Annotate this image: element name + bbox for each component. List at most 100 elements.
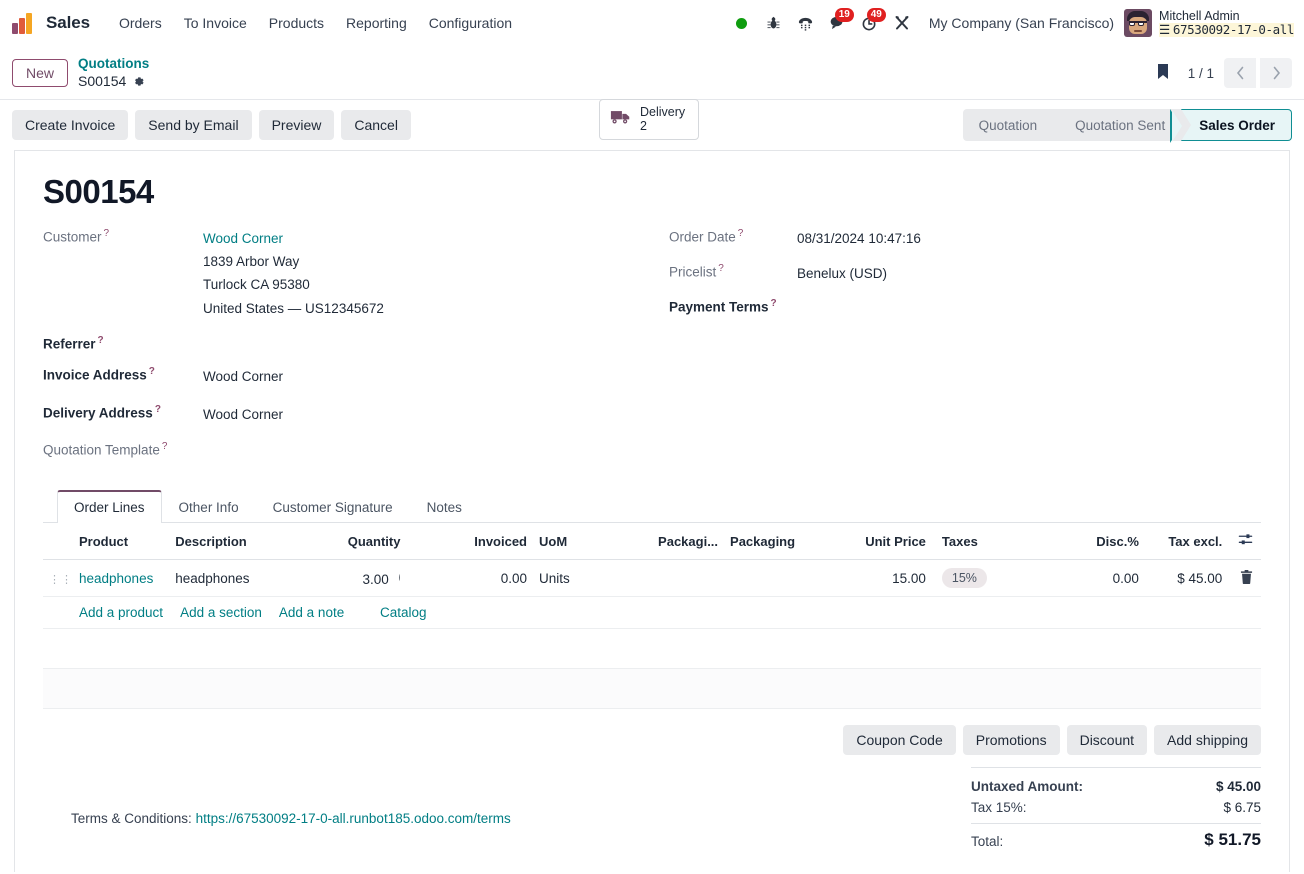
stage-sales-order[interactable]: Sales Order — [1170, 109, 1292, 143]
column-discount[interactable]: Disc.% — [1057, 523, 1145, 561]
column-description[interactable]: Description — [169, 523, 295, 561]
database-value: 67530092-17-0-all — [1172, 22, 1295, 37]
cell-uom[interactable]: Units — [533, 559, 625, 598]
breadcrumb-item-quotations[interactable]: Quotations — [78, 56, 149, 73]
tab-other-info[interactable]: Other Info — [162, 490, 256, 523]
cell-unit-price[interactable]: 15.00 — [839, 559, 932, 598]
cell-product[interactable]: headphones — [73, 559, 170, 598]
presence-online-icon[interactable] — [727, 8, 757, 38]
discount-button[interactable]: Discount — [1066, 725, 1148, 756]
add-a-note-link[interactable]: Add a note — [279, 605, 344, 620]
cancel-button[interactable]: Cancel — [341, 110, 411, 140]
menu-item-products[interactable]: Products — [258, 11, 335, 35]
field-order-date-value[interactable]: 08/31/2024 10:47:16 — [797, 227, 921, 250]
menu-item-orders[interactable]: Orders — [108, 11, 173, 35]
create-invoice-button[interactable]: Create Invoice — [12, 110, 129, 140]
total-tax-label[interactable]: Tax 15%: — [971, 800, 1027, 815]
help-icon[interactable]: ? — [162, 441, 168, 452]
help-icon[interactable]: ? — [149, 366, 155, 377]
current-app-name[interactable]: Sales — [46, 13, 90, 33]
field-customer-value[interactable]: Wood Corner 1839 Arbor Way Turlock CA 95… — [203, 227, 384, 320]
cell-packaging[interactable] — [724, 559, 840, 598]
coupon-code-button[interactable]: Coupon Code — [843, 725, 956, 756]
catalog-link[interactable]: Catalog — [380, 605, 427, 620]
column-product[interactable]: Product — [73, 523, 170, 561]
voip-phone-icon[interactable] — [791, 8, 821, 38]
preview-button[interactable]: Preview — [258, 110, 335, 140]
activities-clock-icon[interactable]: 49 — [855, 8, 886, 38]
column-taxes[interactable]: Taxes — [931, 523, 1058, 561]
column-options-toggle — [1228, 523, 1261, 561]
field-order-date: Order Date? 08/31/2024 10:47:16 — [669, 227, 1261, 250]
menu-item-to-invoice[interactable]: To Invoice — [173, 11, 258, 35]
notebook-tabs: Order Lines Other Info Customer Signatur… — [43, 489, 1261, 524]
column-packaging-qty[interactable]: Packagi... — [624, 523, 725, 561]
cell-invoiced[interactable]: 0.00 — [406, 559, 534, 598]
customer-link[interactable]: Wood Corner — [203, 231, 283, 246]
control-panel-right: 1 / 1 — [1148, 58, 1292, 88]
terms-link[interactable]: https://67530092-17-0-all.runbot185.odoo… — [196, 811, 511, 826]
column-invoiced[interactable]: Invoiced — [406, 523, 534, 561]
optional-columns-icon[interactable] — [1238, 534, 1253, 550]
messages-icon[interactable]: 19 — [823, 8, 854, 38]
cell-discount[interactable]: 0.00 — [1057, 559, 1145, 598]
column-quantity[interactable]: Quantity — [294, 523, 407, 561]
control-panel: New Quotations S00154 Delivery 2 1 / 1 — [0, 46, 1304, 140]
total-grand: Total: $ 51.75 — [971, 823, 1261, 853]
column-packaging[interactable]: Packaging — [724, 523, 840, 561]
delete-row-icon[interactable] — [1240, 569, 1253, 587]
user-menu[interactable]: Mitchell Admin ☰ 67530092-17-0-all — [1124, 9, 1294, 38]
menu-item-reporting[interactable]: Reporting — [335, 11, 418, 35]
gear-icon[interactable] — [132, 75, 145, 88]
promotions-button[interactable]: Promotions — [962, 725, 1060, 756]
column-tax-excl[interactable]: Tax excl. — [1144, 523, 1229, 561]
cell-packaging-qty[interactable] — [624, 559, 725, 598]
tab-customer-signature[interactable]: Customer Signature — [256, 490, 410, 523]
menu-item-configuration[interactable]: Configuration — [418, 11, 523, 35]
help-icon[interactable]: ? — [155, 404, 161, 415]
add-a-section-link[interactable]: Add a section — [180, 605, 262, 620]
add-shipping-button[interactable]: Add shipping — [1154, 725, 1261, 756]
smart-button-delivery[interactable]: Delivery 2 — [599, 99, 700, 140]
help-icon[interactable]: ? — [718, 263, 724, 274]
column-uom[interactable]: UoM — [533, 523, 625, 561]
total-grand-value: $ 51.75 — [1204, 830, 1261, 850]
stage-quotation-sent[interactable]: Quotation Sent — [1053, 109, 1192, 141]
order-lines-table: Product Description Quantity Invoiced Uo… — [43, 523, 1261, 710]
new-button[interactable]: New — [12, 59, 69, 87]
pager-value[interactable]: 1 / 1 — [1182, 66, 1220, 81]
add-a-product-link[interactable]: Add a product — [79, 605, 163, 620]
column-unit-price[interactable]: Unit Price — [839, 523, 932, 561]
field-referrer: Referrer? — [43, 334, 669, 352]
field-referrer-label: Referrer? — [43, 334, 104, 352]
cell-taxes[interactable]: 15% — [931, 559, 1058, 598]
field-pricelist-value[interactable]: Benelux (USD) — [797, 262, 887, 285]
pager-next-button[interactable] — [1260, 58, 1292, 88]
table-row[interactable]: ⋮⋮ headphones headphones 3.00 ( 0.00 Uni… — [43, 559, 1261, 598]
row-drag-handle[interactable]: ⋮⋮ — [43, 559, 73, 598]
form-column-right: Order Date? 08/31/2024 10:47:16 Pricelis… — [669, 227, 1261, 471]
product-link[interactable]: headphones — [79, 571, 153, 586]
cell-description[interactable]: headphones — [169, 559, 295, 598]
tab-order-lines[interactable]: Order Lines — [57, 490, 162, 524]
bookmark-icon[interactable] — [1148, 59, 1178, 88]
pager-previous-button[interactable] — [1224, 58, 1256, 88]
send-by-email-button[interactable]: Send by Email — [135, 110, 252, 140]
field-delivery-address-value[interactable]: Wood Corner — [203, 403, 283, 426]
tab-notes[interactable]: Notes — [410, 490, 479, 523]
help-icon[interactable]: ? — [98, 335, 104, 346]
cell-quantity[interactable]: 3.00 ( — [294, 559, 407, 598]
field-invoice-address-value[interactable]: Wood Corner — [203, 365, 283, 388]
record-sheet: S00154 Customer? Wood Corner 1839 Arbor … — [14, 150, 1290, 872]
stage-quotation[interactable]: Quotation — [962, 109, 1063, 141]
active-company-selector[interactable]: My Company (San Francisco) — [929, 15, 1114, 31]
tools-wrench-icon[interactable] — [887, 8, 917, 38]
database-name-label: ☰ 67530092-17-0-all — [1159, 22, 1295, 38]
field-quotation-template-label: Quotation Template? — [43, 440, 168, 458]
help-icon[interactable]: ? — [771, 298, 777, 309]
odoo-logo-icon[interactable] — [12, 12, 38, 34]
total-untaxed-label: Untaxed Amount: — [971, 779, 1083, 795]
help-icon[interactable]: ? — [738, 228, 744, 239]
bug-icon[interactable] — [759, 8, 789, 38]
help-icon[interactable]: ? — [104, 228, 110, 239]
